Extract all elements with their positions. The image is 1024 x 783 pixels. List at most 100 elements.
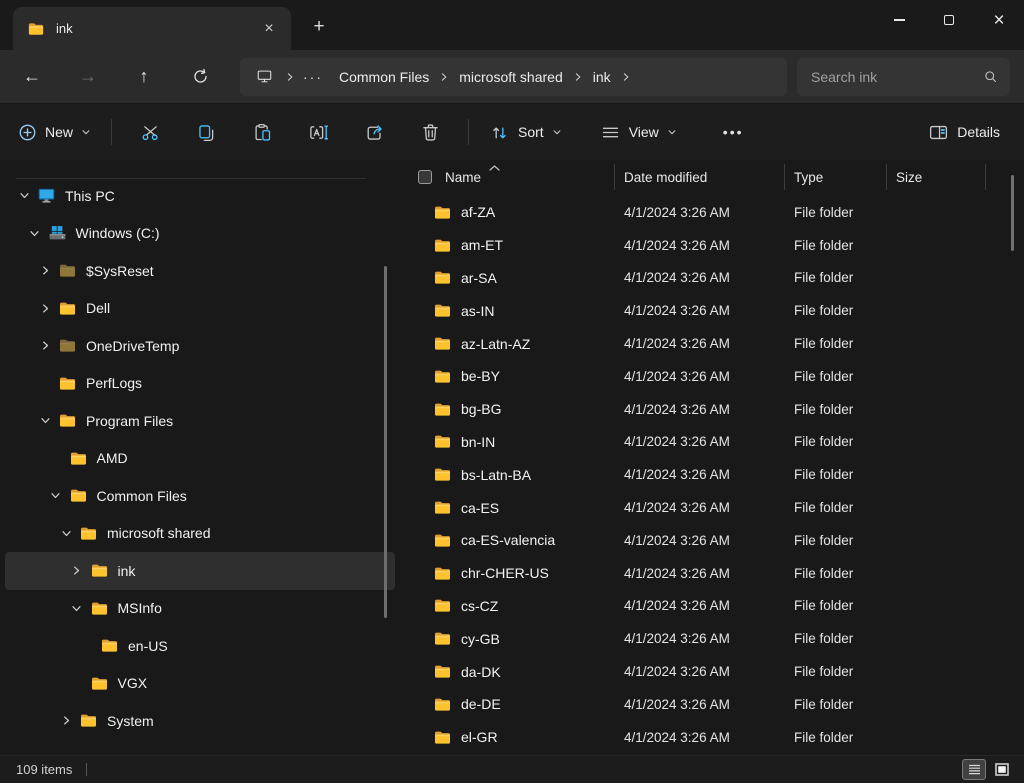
file-date-modified: 4/1/2024 3:26 AM (615, 598, 785, 613)
sidebar-item-onedrivetemp[interactable]: OneDriveTemp (5, 327, 395, 365)
title-bar: ink × + × (0, 0, 1024, 50)
file-row-el-gr[interactable]: el-GR4/1/2024 3:26 AMFile folder (400, 721, 1024, 754)
folder-icon (433, 695, 452, 714)
file-row-az-latn-az[interactable]: az-Latn-AZ4/1/2024 3:26 AMFile folder (400, 327, 1024, 360)
file-date-modified: 4/1/2024 3:26 AM (615, 664, 785, 679)
breadcrumb-segment-common-files[interactable]: Common Files (333, 66, 435, 88)
large-icons-view-toggle[interactable] (990, 759, 1014, 780)
file-type: File folder (785, 533, 887, 548)
file-row-cs-cz[interactable]: cs-CZ4/1/2024 3:26 AMFile folder (400, 590, 1024, 623)
paste-button[interactable] (240, 113, 284, 151)
sidebar-item-label: Windows (C:) (76, 225, 160, 241)
sidebar-item-ink[interactable]: ink (5, 552, 395, 590)
maximize-button[interactable] (924, 0, 974, 40)
details-pane-button[interactable]: Details (918, 113, 1010, 151)
file-row-ca-es[interactable]: ca-ES4/1/2024 3:26 AMFile folder (400, 491, 1024, 524)
folder-icon (99, 635, 120, 656)
share-button[interactable] (352, 113, 396, 151)
sidebar-item-amd[interactable]: AMD (5, 440, 395, 478)
file-row-am-et[interactable]: am-ET4/1/2024 3:26 AMFile folder (400, 229, 1024, 262)
sidebar-scrollbar[interactable] (384, 266, 387, 618)
new-tab-button[interactable]: + (305, 13, 333, 41)
file-row-da-dk[interactable]: da-DK4/1/2024 3:26 AMFile folder (400, 655, 1024, 688)
sidebar-item-msinfo[interactable]: MSInfo (5, 590, 395, 628)
minimize-button[interactable] (874, 0, 924, 40)
folder-tree: This PC Windows (C:) $SysResetDellOneDrive… (0, 177, 400, 740)
column-header-name[interactable]: Name (400, 164, 615, 190)
forward-button[interactable]: → (70, 59, 106, 95)
chevron-right-icon[interactable] (35, 336, 55, 356)
back-button[interactable]: ← (14, 59, 50, 95)
chevron-down-icon[interactable] (56, 523, 76, 543)
chevron-right-icon[interactable] (35, 261, 55, 281)
view-icon (600, 122, 621, 143)
sidebar-item-perflogs[interactable]: PerfLogs (5, 365, 395, 403)
details-view-toggle[interactable] (962, 759, 986, 780)
column-header-type[interactable]: Type (785, 164, 887, 190)
sidebar-item-dell[interactable]: Dell (5, 290, 395, 328)
this-pc-icon[interactable] (256, 68, 273, 85)
file-row-ca-es-valencia[interactable]: ca-ES-valencia4/1/2024 3:26 AMFile folde… (400, 524, 1024, 557)
sidebar-item-program-files[interactable]: Program Files (5, 402, 395, 440)
sidebar-item-this-pc[interactable]: This PC (5, 177, 395, 215)
sidebar-item-sysreset[interactable]: $SysReset (5, 252, 395, 290)
more-options-button[interactable]: ••• (713, 113, 754, 151)
file-row-bn-in[interactable]: bn-IN4/1/2024 3:26 AMFile folder (400, 426, 1024, 459)
chevron-down-icon[interactable] (35, 411, 55, 431)
column-header-date-modified[interactable]: Date modified (615, 164, 785, 190)
file-row-ar-sa[interactable]: ar-SA4/1/2024 3:26 AMFile folder (400, 262, 1024, 295)
close-button[interactable]: × (974, 0, 1024, 40)
sort-button-label: Sort (518, 124, 544, 140)
view-button[interactable]: View (590, 113, 687, 151)
file-row-bg-bg[interactable]: bg-BG4/1/2024 3:26 AMFile folder (400, 393, 1024, 426)
file-row-chr-cher-us[interactable]: chr-CHER-US4/1/2024 3:26 AMFile folder (400, 557, 1024, 590)
sidebar-item-en-us[interactable]: en-US (5, 627, 395, 665)
chevron-down-icon[interactable] (25, 223, 45, 243)
close-tab-button[interactable]: × (257, 17, 281, 41)
sidebar-item-microsoft-shared[interactable]: microsoft shared (5, 515, 395, 553)
breadcrumb-overflow-button[interactable]: ··· (299, 69, 327, 85)
sidebar-item-windows-c[interactable]: Windows (C:) (5, 215, 395, 253)
breadcrumb-segment-ink[interactable]: ink (587, 66, 617, 88)
chevron-right-icon (573, 72, 583, 82)
rename-button[interactable] (296, 113, 340, 151)
explorer-tab[interactable]: ink × (13, 7, 291, 50)
refresh-button[interactable] (182, 59, 218, 95)
chevron-down-icon[interactable] (67, 598, 87, 618)
chevron-right-icon[interactable] (35, 298, 55, 318)
up-button[interactable]: ↑ (126, 59, 162, 95)
file-row-as-in[interactable]: as-IN4/1/2024 3:26 AMFile folder (400, 294, 1024, 327)
cut-button[interactable] (128, 113, 172, 151)
file-list-scrollbar[interactable] (1011, 175, 1015, 251)
chevron-right-icon[interactable] (56, 711, 76, 731)
search-icon[interactable] (983, 69, 998, 89)
chevron-right-icon[interactable] (67, 561, 87, 581)
folder-icon (433, 203, 452, 222)
file-name: af-ZA (461, 204, 495, 220)
folder-icon (57, 335, 78, 356)
file-row-de-de[interactable]: de-DE4/1/2024 3:26 AMFile folder (400, 688, 1024, 721)
select-all-checkbox[interactable] (418, 170, 432, 184)
column-header-size[interactable]: Size (887, 164, 986, 190)
file-row-af-za[interactable]: af-ZA4/1/2024 3:26 AMFile folder (400, 196, 1024, 229)
folder-icon (433, 432, 452, 451)
file-row-be-by[interactable]: be-BY4/1/2024 3:26 AMFile folder (400, 360, 1024, 393)
sidebar-item-common-files[interactable]: Common Files (5, 477, 395, 515)
sidebar-item-vgx[interactable]: VGX (5, 665, 395, 703)
file-row-bs-latn-ba[interactable]: bs-Latn-BA4/1/2024 3:26 AMFile folder (400, 458, 1024, 491)
delete-button[interactable] (408, 113, 452, 151)
sidebar-item-label: PerfLogs (86, 375, 142, 391)
delete-icon (420, 122, 441, 143)
breadcrumb-segment-microsoft-shared[interactable]: microsoft shared (453, 66, 568, 88)
chevron-down-icon[interactable] (46, 486, 66, 506)
new-button[interactable]: New (8, 113, 101, 151)
toolbar-divider (468, 119, 469, 145)
file-row-cy-gb[interactable]: cy-GB4/1/2024 3:26 AMFile folder (400, 622, 1024, 655)
chevron-down-icon[interactable] (14, 186, 34, 206)
search-input[interactable] (797, 69, 1010, 85)
copy-button[interactable] (184, 113, 228, 151)
tab-title: ink (56, 21, 257, 36)
file-name-cell: cs-CZ (400, 596, 615, 615)
sort-button[interactable]: Sort (479, 113, 572, 151)
sidebar-item-system[interactable]: System (5, 702, 395, 740)
